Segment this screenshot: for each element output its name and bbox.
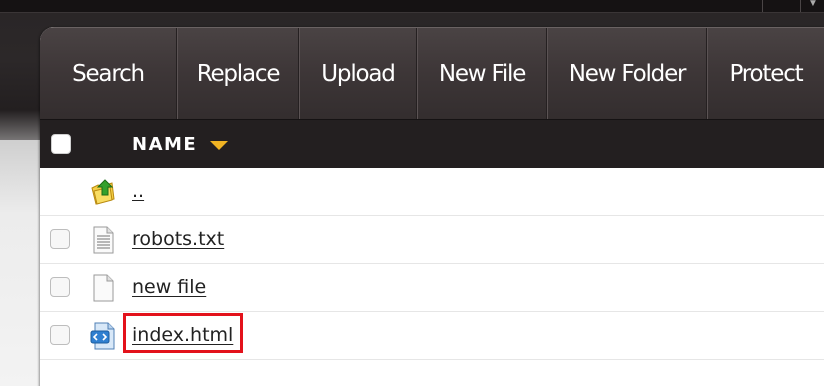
new-file-button-label: New File [438,61,527,87]
toolbar: Search Replace Upload New File New Folde… [40,27,824,120]
file-manager-panel: Search Replace Upload New File New Folde… [40,27,824,386]
row-checkbox[interactable] [50,325,70,345]
new-file-button[interactable]: New File [418,28,546,120]
protect-button-label: Protect [729,61,804,87]
html-file-icon [90,322,115,350]
top-bar-divider [800,0,801,12]
file-link[interactable]: index.html [132,324,233,346]
new-folder-button-label: New Folder [568,61,687,87]
parent-directory-link[interactable]: .. [132,180,144,202]
file-link[interactable]: new file [132,276,206,298]
select-all-checkbox[interactable] [51,134,71,154]
top-bar-divider [762,0,763,12]
dropdown-arrow-icon[interactable]: ▼ [808,0,818,9]
search-button[interactable]: Search [40,28,176,120]
upload-button[interactable]: Upload [300,28,416,120]
row-checkbox[interactable] [50,277,70,297]
replace-button[interactable]: Replace [178,28,298,120]
text-file-icon [93,226,114,254]
search-button-label: Search [72,61,145,87]
row-checkbox[interactable] [50,229,70,249]
replace-button-label: Replace [196,61,281,87]
table-header: NAME [40,119,824,168]
top-bar [0,0,824,13]
left-background [0,140,40,386]
table-row[interactable]: index.html [40,312,824,360]
new-folder-button[interactable]: New Folder [548,28,706,120]
file-link[interactable]: robots.txt [132,228,224,250]
protect-button[interactable]: Protect [708,28,824,120]
table-row[interactable]: new file [40,264,824,312]
column-header-name[interactable]: NAME [132,134,197,155]
sort-descending-icon[interactable] [210,141,228,150]
table-row[interactable]: robots.txt [40,216,824,264]
upload-button-label: Upload [321,61,396,87]
blank-file-icon [93,274,114,302]
table-row[interactable]: .. [40,168,824,216]
folder-up-icon [91,179,115,205]
